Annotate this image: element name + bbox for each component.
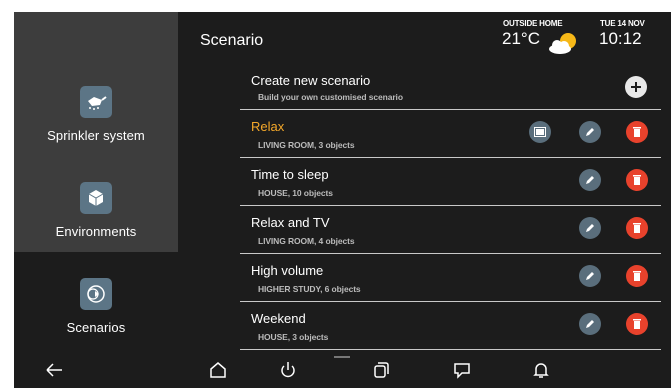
trash-icon: [633, 271, 641, 281]
sidebar: Sprinkler system Environments Scenarios: [14, 12, 178, 348]
sidebar-item-scenarios[interactable]: Scenarios: [14, 252, 178, 348]
screen: Sprinkler system Environments Scenarios: [14, 12, 671, 388]
scenarios-icon: [80, 278, 112, 310]
temperature: 21°C: [502, 29, 540, 48]
scenario-name: Weekend: [251, 311, 306, 326]
play-scenario-button[interactable]: [529, 121, 551, 143]
delete-button[interactable]: [626, 313, 648, 335]
home-icon[interactable]: [208, 360, 228, 380]
navbar: [14, 348, 671, 388]
scenario-detail: HOUSE, 3 objects: [258, 332, 329, 342]
scenario-row-time-to-sleep[interactable]: Time to sleep HOUSE, 10 objects: [240, 158, 661, 206]
sidebar-item-label: Environments: [55, 224, 137, 239]
date-label: TUE 14 NOV: [600, 19, 645, 28]
bell-icon[interactable]: [531, 360, 551, 380]
scenario-preview-icon: [534, 127, 546, 137]
delete-button[interactable]: [626, 217, 648, 239]
add-scenario-button[interactable]: [625, 76, 647, 98]
scenario-row-high-volume[interactable]: High volume HIGHER STUDY, 6 objects: [240, 254, 661, 302]
partly-cloudy-icon: [546, 31, 580, 55]
pencil-icon: [586, 176, 594, 184]
edit-button[interactable]: [579, 121, 601, 143]
back-icon[interactable]: [44, 360, 64, 380]
delete-button[interactable]: [626, 121, 648, 143]
copy-icon[interactable]: [371, 360, 391, 380]
create-scenario-row[interactable]: Create new scenario Build your own custo…: [240, 64, 661, 110]
edit-button[interactable]: [579, 313, 601, 335]
sidebar-item-label: Sprinkler system: [47, 128, 145, 143]
outside-label: OUTSIDE HOME: [503, 19, 563, 28]
sprinkler-icon: [80, 86, 112, 118]
cube-icon: [80, 182, 112, 214]
trash-icon: [633, 319, 641, 329]
edit-button[interactable]: [579, 217, 601, 239]
scenario-list: Create new scenario Build your own custo…: [240, 64, 661, 350]
scenario-row-relax[interactable]: Relax LIVING ROOM, 3 objects: [240, 110, 661, 158]
chat-icon[interactable]: [452, 360, 472, 380]
scenario-detail: LIVING ROOM, 3 objects: [258, 140, 355, 150]
power-icon[interactable]: [278, 360, 298, 380]
delete-button[interactable]: [626, 169, 648, 191]
edit-button[interactable]: [579, 169, 601, 191]
scenario-name: Relax: [251, 119, 285, 134]
trash-icon: [633, 127, 641, 137]
create-scenario-subtitle: Build your own customised scenario: [258, 92, 403, 102]
pencil-icon: [586, 272, 594, 280]
trash-icon: [633, 175, 641, 185]
scenario-name: Relax and TV: [251, 215, 330, 230]
pencil-icon: [586, 320, 594, 328]
scenario-name: Time to sleep: [251, 167, 329, 182]
edit-button[interactable]: [579, 265, 601, 287]
trash-icon: [633, 223, 641, 233]
create-scenario-title: Create new scenario: [251, 73, 371, 88]
scenario-row-weekend[interactable]: Weekend HOUSE, 3 objects: [240, 302, 661, 350]
sidebar-item-sprinkler-system[interactable]: Sprinkler system: [14, 86, 178, 182]
sidebar-item-label: Scenarios: [66, 320, 126, 335]
pencil-icon: [586, 224, 594, 232]
pencil-icon: [586, 128, 594, 136]
plus-icon: [631, 82, 641, 92]
scenario-detail: LIVING ROOM, 4 objects: [258, 236, 355, 246]
delete-button[interactable]: [626, 265, 648, 287]
scenario-detail: HOUSE, 10 objects: [258, 188, 333, 198]
scenario-detail: HIGHER STUDY, 6 objects: [258, 284, 361, 294]
scenario-name: High volume: [251, 263, 324, 278]
scenario-row-relax-and-tv[interactable]: Relax and TV LIVING ROOM, 4 objects: [240, 206, 661, 254]
clock-time: 10:12: [599, 29, 642, 48]
page-title: Scenario: [200, 32, 264, 49]
